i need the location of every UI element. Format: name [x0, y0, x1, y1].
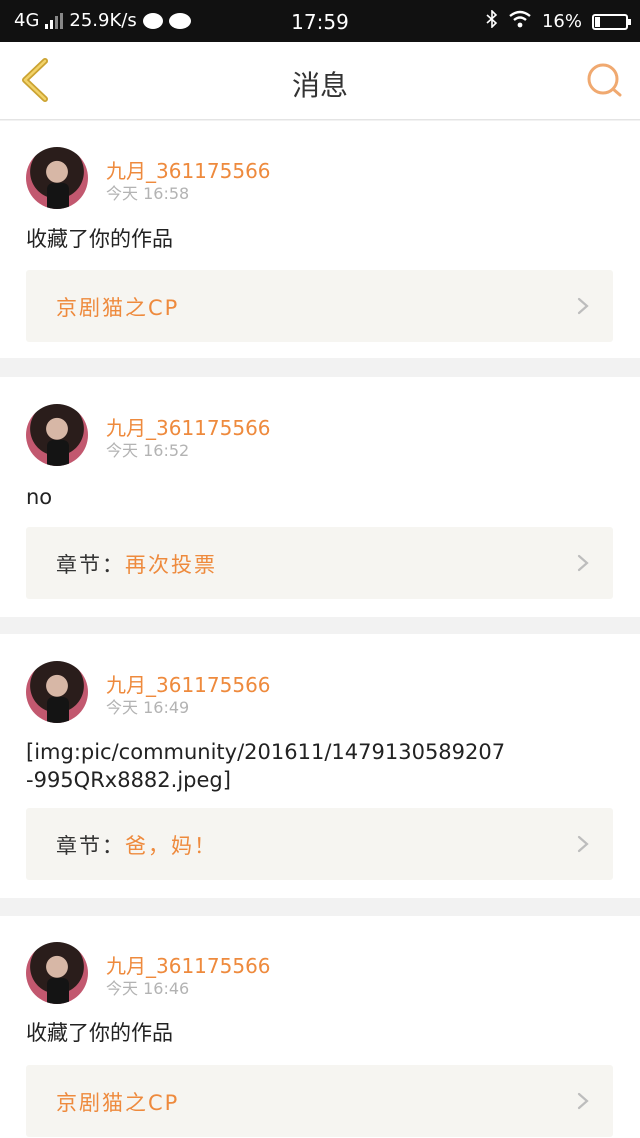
ref-title: 再次投票: [125, 553, 217, 577]
timestamp: 今天 16:49: [106, 698, 190, 717]
chapter-link-label: 章节：再次投票: [56, 549, 217, 579]
chevron-right-icon: [577, 835, 589, 853]
avatar[interactable]: [26, 661, 88, 723]
work-link-label: 京剧猫之CP: [56, 1087, 179, 1117]
ref-title: 爸，妈！: [125, 834, 217, 858]
nav-bar: 消息: [0, 42, 640, 120]
chevron-right-icon: [577, 297, 589, 315]
message-card[interactable]: 九月_361175566 今天 16:52 no 章节：再次投票: [0, 377, 640, 617]
message-text: no: [26, 485, 53, 509]
search-button[interactable]: [586, 62, 624, 100]
work-link[interactable]: 京剧猫之CP: [26, 1065, 613, 1137]
message-card[interactable]: 九月_361175566 今天 16:58 收藏了你的作品 京剧猫之CP: [0, 121, 640, 358]
search-icon: [587, 63, 622, 97]
message-text: 收藏了你的作品: [26, 227, 173, 251]
chapter-link[interactable]: 章节：再次投票: [26, 527, 613, 599]
message-card[interactable]: 九月_361175566 今天 16:49 [img:pic/community…: [0, 634, 640, 898]
status-bar: 4G 25.9K/s 17:59 16%: [0, 0, 640, 42]
chapter-link[interactable]: 章节：爸，妈！: [26, 808, 613, 880]
ref-title: 京剧猫之CP: [56, 1091, 180, 1115]
battery-fill: [595, 16, 600, 27]
timestamp: 今天 16:58: [106, 184, 190, 203]
timestamp: 今天 16:52: [106, 441, 190, 460]
wifi-icon: [508, 10, 532, 33]
work-link-label: 京剧猫之CP: [56, 292, 179, 322]
timestamp: 今天 16:46: [106, 979, 190, 998]
chevron-right-icon: [577, 554, 589, 572]
message-text: [img:pic/community/201611/1479130589207-…: [26, 740, 506, 792]
chevron-right-icon: [577, 1092, 589, 1110]
ref-title: 京剧猫之CP: [56, 296, 180, 320]
message-card[interactable]: 九月_361175566 今天 16:46 收藏了你的作品 京剧猫之CP: [0, 916, 640, 1138]
status-right: 16%: [486, 9, 631, 33]
message-text: 收藏了你的作品: [26, 1021, 173, 1045]
avatar[interactable]: [26, 147, 88, 209]
work-link[interactable]: 京剧猫之CP: [26, 270, 613, 342]
battery-icon: [592, 13, 631, 30]
avatar[interactable]: [26, 942, 88, 1004]
bluetooth-icon: [486, 9, 498, 33]
avatar[interactable]: [26, 404, 88, 466]
ref-prefix: 章节：: [56, 834, 125, 858]
page-title: 消息: [291, 69, 348, 102]
chapter-link-label: 章节：爸，妈！: [56, 830, 217, 860]
ref-prefix: 章节：: [56, 553, 125, 577]
battery-percent: 16%: [541, 11, 582, 32]
